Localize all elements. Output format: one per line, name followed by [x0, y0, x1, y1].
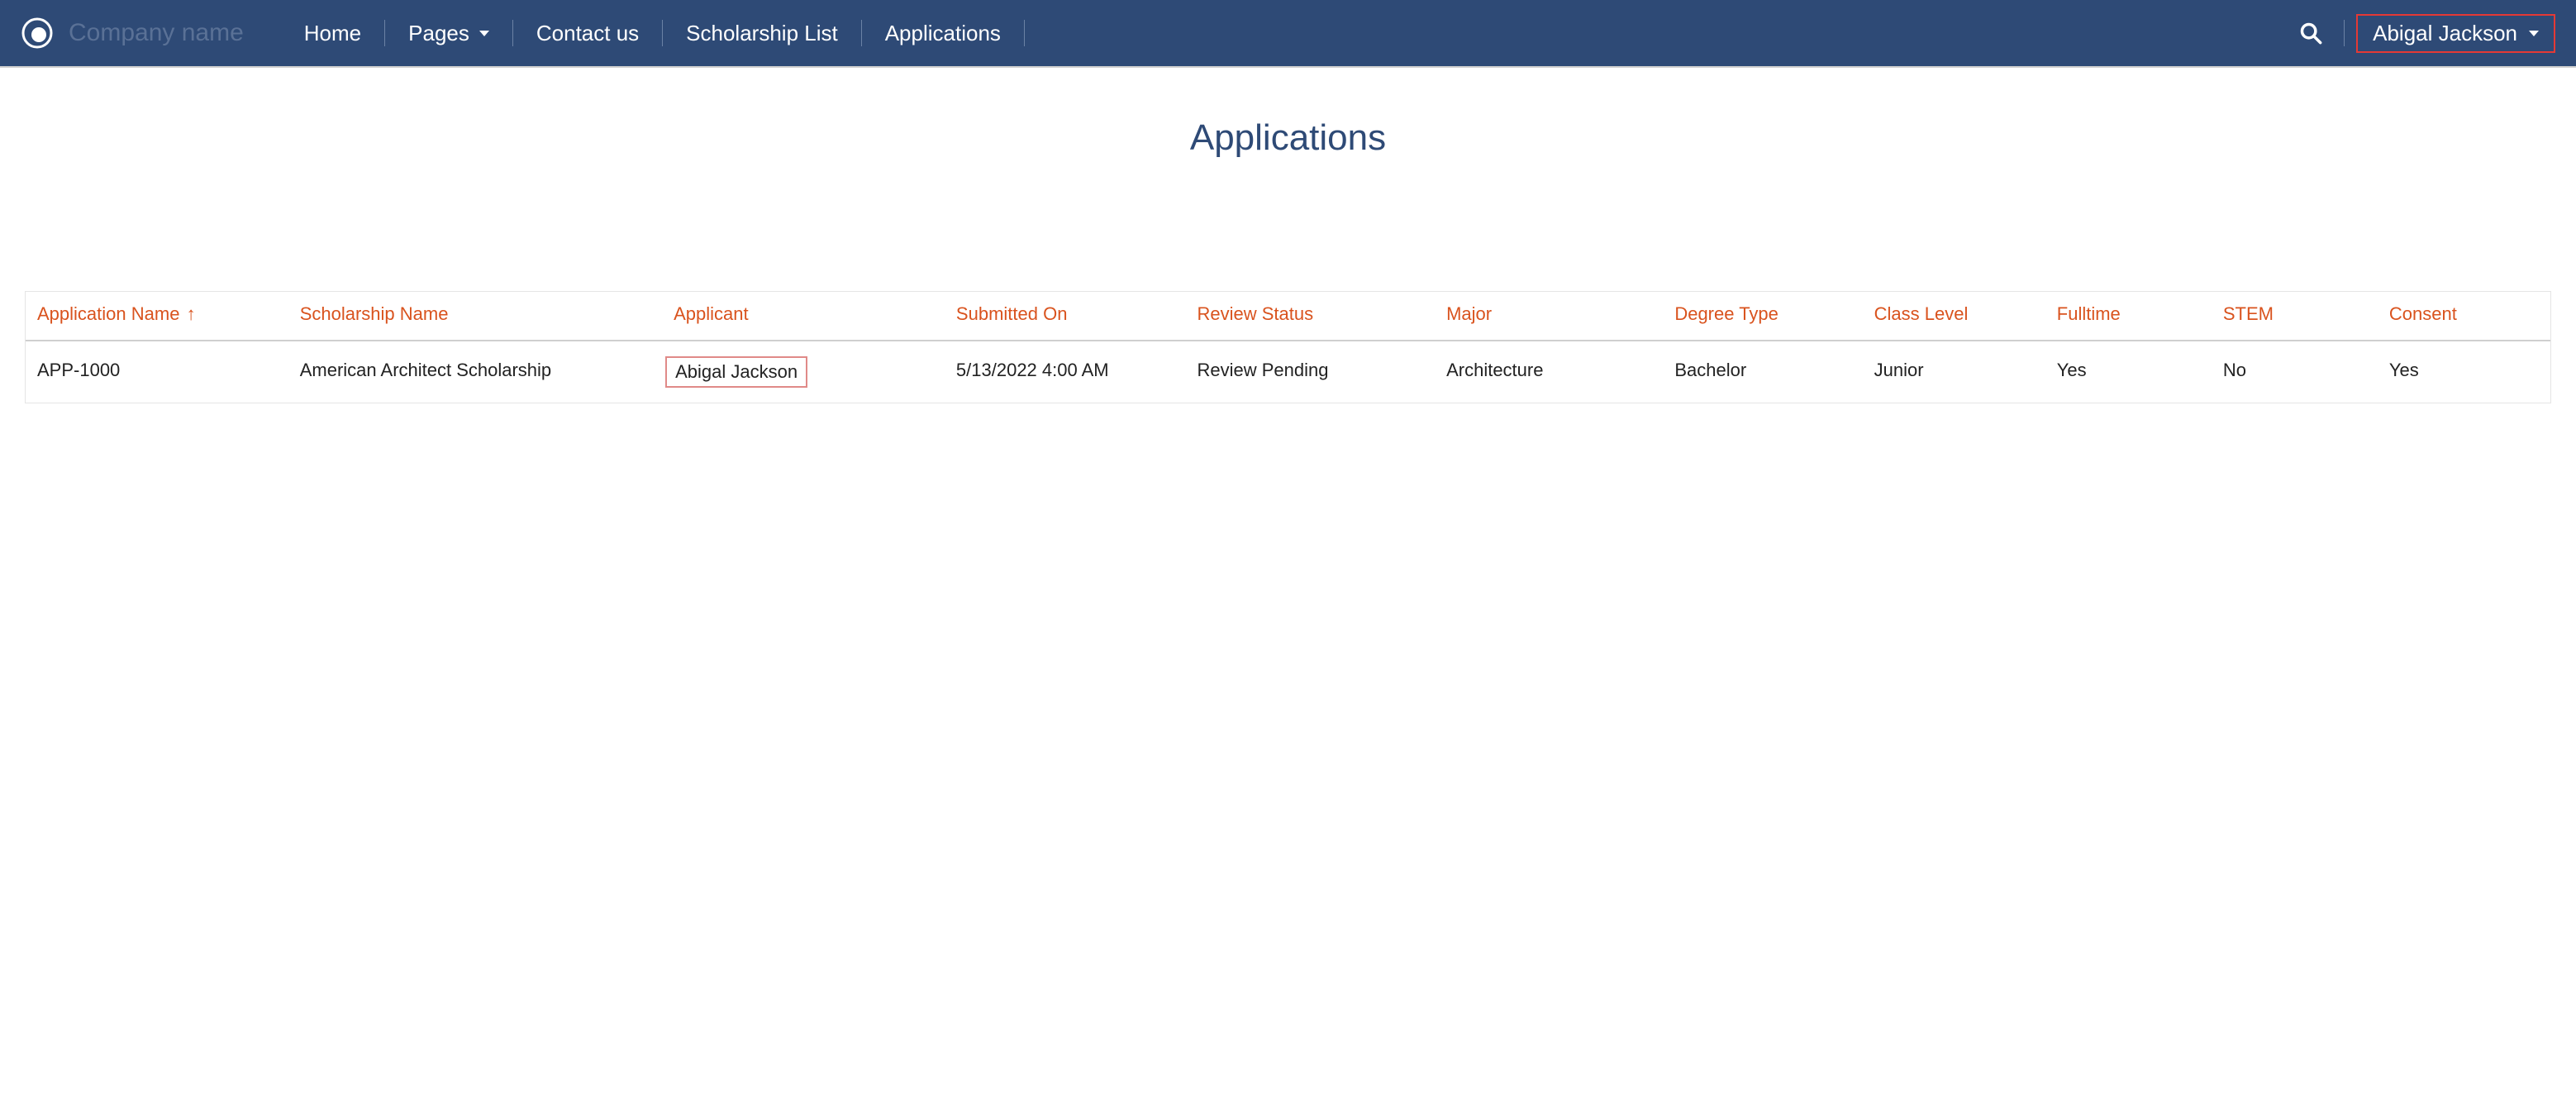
nav-contact[interactable]: Contact us	[513, 21, 662, 46]
user-name-label: Abigal Jackson	[2373, 21, 2517, 46]
logo-icon	[21, 17, 54, 50]
nav-applications[interactable]: Applications	[862, 21, 1024, 46]
nav-pages-label: Pages	[408, 21, 469, 46]
table-row[interactable]: APP-1000 American Architect Scholarship …	[26, 341, 2550, 403]
col-header-application-name[interactable]: Application Name ↑	[26, 292, 292, 341]
page-title: Applications	[25, 117, 2551, 159]
cell-application-name: APP-1000	[26, 341, 292, 403]
applicant-highlight: Abigal Jackson	[665, 356, 807, 388]
cell-degree-type: Bachelor	[1666, 341, 1865, 403]
col-header-submitted-on[interactable]: Submitted On	[948, 292, 1189, 341]
col-header-applicant[interactable]: Applicant	[665, 292, 948, 341]
applications-table: Application Name ↑ Scholarship Name Appl…	[26, 292, 2550, 403]
cell-class-level: Junior	[1866, 341, 2049, 403]
user-menu-dropdown[interactable]: Abigal Jackson	[2356, 14, 2555, 53]
header-label: Application Name	[37, 303, 179, 324]
search-button[interactable]	[2278, 21, 2344, 45]
nav-pages-dropdown[interactable]: Pages	[385, 21, 512, 46]
col-header-major[interactable]: Major	[1438, 292, 1666, 341]
col-header-scholarship-name[interactable]: Scholarship Name	[292, 292, 665, 341]
cell-submitted-on: 5/13/2022 4:00 AM	[948, 341, 1189, 403]
search-icon	[2299, 21, 2322, 45]
chevron-down-icon	[479, 31, 489, 36]
chevron-down-icon	[2529, 31, 2539, 36]
nav-divider	[1024, 20, 1025, 46]
applications-table-wrap: Application Name ↑ Scholarship Name Appl…	[25, 291, 2551, 403]
nav-links: Home Pages Contact us Scholarship List A…	[281, 20, 2278, 46]
brand-area: Company name	[21, 17, 244, 50]
col-header-class-level[interactable]: Class Level	[1866, 292, 2049, 341]
nav-right: Abigal Jackson	[2278, 14, 2555, 53]
col-header-review-status[interactable]: Review Status	[1188, 292, 1438, 341]
cell-review-status: Review Pending	[1188, 341, 1438, 403]
nav-home[interactable]: Home	[281, 21, 384, 46]
col-header-consent[interactable]: Consent	[2381, 292, 2550, 341]
col-header-fulltime[interactable]: Fulltime	[2049, 292, 2215, 341]
col-header-degree-type[interactable]: Degree Type	[1666, 292, 1865, 341]
col-header-stem[interactable]: STEM	[2215, 292, 2381, 341]
page-content: Applications Application Name ↑ Scholars…	[0, 68, 2576, 453]
cell-applicant: Abigal Jackson	[665, 341, 948, 403]
company-name: Company name	[69, 19, 244, 47]
sort-ascending-icon: ↑	[187, 303, 196, 324]
cell-stem: No	[2215, 341, 2381, 403]
cell-scholarship-name: American Architect Scholarship	[292, 341, 665, 403]
table-header-row: Application Name ↑ Scholarship Name Appl…	[26, 292, 2550, 341]
cell-major: Architecture	[1438, 341, 1666, 403]
cell-fulltime: Yes	[2049, 341, 2215, 403]
cell-consent: Yes	[2381, 341, 2550, 403]
top-navbar: Company name Home Pages Contact us Schol…	[0, 0, 2576, 68]
nav-divider	[2344, 20, 2345, 46]
nav-scholarship-list[interactable]: Scholarship List	[663, 21, 861, 46]
